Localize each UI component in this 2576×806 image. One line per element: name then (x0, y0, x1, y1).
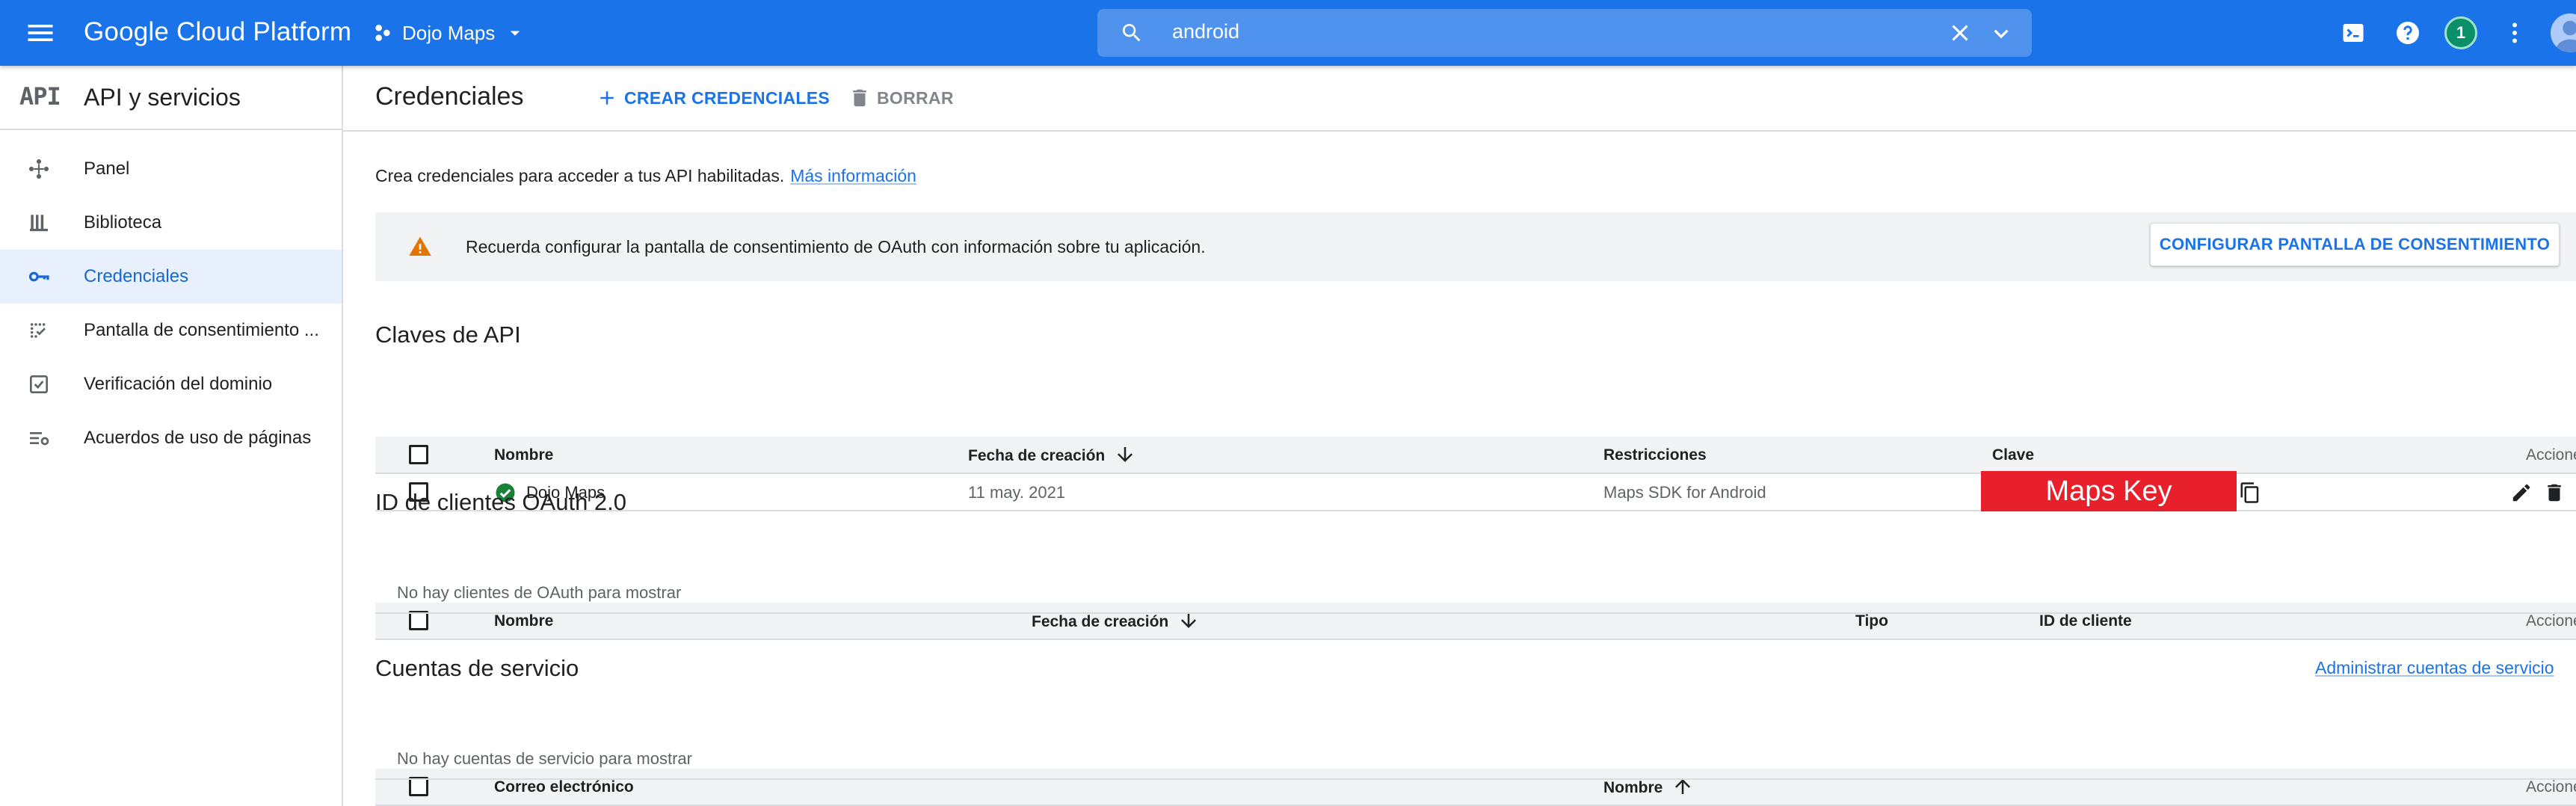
more-vert-icon[interactable] (2501, 19, 2528, 46)
library-icon (27, 211, 51, 235)
sidebar-item-label: Biblioteca (84, 212, 162, 233)
column-header-actions: Acciones (2526, 612, 2576, 630)
manage-service-accounts-link[interactable]: Administrar cuentas de servicio (2315, 658, 2554, 678)
sidebar-item-label: Panel (84, 159, 130, 179)
sidebar-item-consent-screen[interactable]: Pantalla de consentimiento ... (0, 304, 342, 357)
column-header-type[interactable]: Tipo (1855, 612, 1888, 630)
service-accounts-title: Cuentas de servicio (375, 655, 579, 681)
copy-icon[interactable] (2239, 482, 2261, 504)
expand-search-icon[interactable] (1987, 19, 2015, 48)
more-info-link[interactable]: Más información (790, 166, 916, 185)
intro-text: Crea credenciales para acceder a tus API… (375, 166, 916, 186)
help-icon[interactable] (2394, 19, 2421, 46)
consent-icon (27, 319, 51, 342)
key-icon (27, 265, 51, 289)
banner-text: Recuerda configurar la pantalla de conse… (466, 237, 1206, 256)
project-icon (371, 21, 395, 45)
project-selector[interactable]: Dojo Maps (371, 16, 526, 49)
divider (375, 612, 2576, 614)
api-key-value: Maps Key (1981, 471, 2237, 511)
oauth-empty-message: No hay clientes de OAuth para mostrar (397, 583, 682, 602)
column-header-key[interactable]: Clave (1992, 446, 2034, 464)
search-icon (1120, 21, 1144, 45)
sidebar-item-label: Credenciales (84, 266, 189, 286)
page-title: Credenciales (375, 82, 524, 111)
column-header-name[interactable]: Nombre (494, 446, 553, 464)
oauth-warning-banner: Recuerda configurar la pantalla de conse… (375, 212, 2576, 281)
column-header-actions: Acciones (2526, 446, 2576, 464)
sidebar-header: API API y servicios (0, 66, 342, 130)
chevron-down-icon (504, 22, 526, 44)
edit-icon[interactable] (2510, 482, 2533, 504)
create-credentials-label: CREAR CREDENCIALES (624, 87, 831, 108)
search-bar[interactable] (1097, 9, 2032, 57)
plus-icon (596, 87, 618, 109)
oauth-table-header: Nombre Fecha de creación Tipo ID de clie… (375, 603, 2576, 640)
intro-sentence: Crea credenciales para acceder a tus API… (375, 166, 785, 185)
column-header-created[interactable]: Fecha de creación (1032, 612, 1200, 632)
column-header-created-label: Fecha de creación (968, 447, 1106, 464)
column-header-client-id[interactable]: ID de cliente (2039, 612, 2132, 630)
sidebar-item-label: Acuerdos de uso de páginas (84, 428, 312, 448)
divider (375, 778, 2576, 780)
column-header-created[interactable]: Fecha de creación (968, 446, 1136, 466)
project-name: Dojo Maps (402, 21, 496, 44)
sidebar-item-credentials[interactable]: Credenciales (0, 250, 342, 304)
delete-label: BORRAR (877, 87, 954, 108)
checkbox-icon (27, 372, 51, 396)
column-header-actions: Acciones (2526, 778, 2576, 796)
sidebar-item-page-usage-agreements[interactable]: Acuerdos de uso de páginas (0, 411, 342, 465)
api-keys-title: Claves de API (375, 322, 521, 348)
column-header-restrictions[interactable]: Restricciones (1603, 446, 1707, 464)
notification-badge[interactable]: 1 (2444, 16, 2477, 49)
trash-icon[interactable] (2543, 482, 2566, 504)
settings-list-icon (27, 426, 51, 450)
page-toolbar: Credenciales CREAR CREDENCIALES BORRAR (343, 66, 2576, 132)
column-header-name[interactable]: Nombre (1603, 778, 1694, 798)
table-row[interactable]: Dojo Maps 11 may. 2021 Maps SDK for Andr… (375, 471, 2576, 511)
service-accounts-table-header: Correo electrónico Nombre Acciones (375, 769, 2576, 806)
sidebar: API API y servicios Panel Biblioteca Cre… (0, 66, 343, 806)
sidebar-item-library[interactable]: Biblioteca (0, 196, 342, 250)
delete-button[interactable]: BORRAR (848, 85, 954, 111)
sidebar-item-label: Verificación del dominio (84, 374, 273, 394)
warning-icon (408, 235, 432, 259)
service-accounts-empty-message: No hay cuentas de servicio para mostrar (397, 749, 692, 768)
main-menu-icon[interactable] (24, 16, 57, 49)
create-credentials-button[interactable]: CREAR CREDENCIALES (596, 85, 830, 111)
search-input[interactable] (1171, 19, 1846, 44)
clear-search-icon[interactable] (1947, 19, 1973, 46)
column-header-name-label: Nombre (1603, 779, 1663, 796)
api-keys-table-header: Nombre Fecha de creación Restricciones C… (375, 437, 2576, 474)
sidebar-item-panel[interactable]: Panel (0, 142, 342, 196)
column-header-created-label: Fecha de creación (1032, 613, 1169, 630)
sidebar-item-label: Pantalla de consentimiento ... (84, 320, 319, 340)
api-key-restrictions: Maps SDK for Android (1603, 483, 1766, 502)
configure-consent-screen-button[interactable]: CONFIGURAR PANTALLA DE CONSENTIMIENTO (2150, 223, 2560, 266)
column-header-name[interactable]: Nombre (494, 612, 553, 630)
api-logo: API (19, 82, 61, 111)
arrow-down-icon (1114, 443, 1136, 466)
dashboard-icon (27, 157, 51, 181)
sidebar-item-domain-verification[interactable]: Verificación del dominio (0, 357, 342, 411)
oauth-clients-title: ID de clientes OAuth 2.0 (375, 489, 627, 515)
account-avatar[interactable] (2551, 13, 2576, 52)
brand-title[interactable]: Google Cloud Platform (84, 17, 351, 47)
trash-icon (848, 87, 871, 109)
sidebar-title: API y servicios (84, 84, 241, 111)
select-all-checkbox[interactable] (409, 445, 428, 464)
column-header-email[interactable]: Correo electrónico (494, 778, 634, 796)
top-app-bar: Google Cloud Platform Dojo Maps 1 (0, 0, 2576, 66)
main-content: Credenciales CREAR CREDENCIALES BORRAR C… (343, 66, 2576, 806)
api-key-created: 11 may. 2021 (968, 483, 1066, 502)
cloud-shell-icon[interactable] (2340, 19, 2367, 46)
